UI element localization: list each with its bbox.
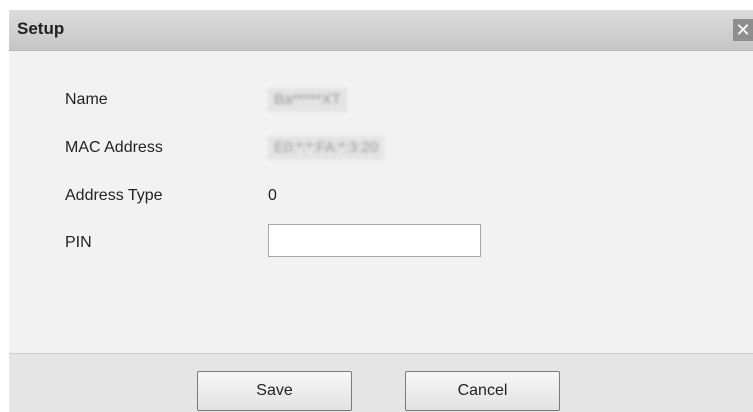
mac-address-value: E0:*:*:FA:*:3:20 xyxy=(268,136,385,160)
mac-address-label: MAC Address xyxy=(65,139,163,156)
name-label: Name xyxy=(65,91,108,108)
name-value: Ba*****XT xyxy=(268,88,347,112)
address-type-value: 0 xyxy=(268,187,277,204)
setup-dialog: Setup ✕ Name Ba*****XT MAC Address E0:*:… xyxy=(9,10,753,412)
dialog-footer: Save Cancel xyxy=(9,353,753,412)
dialog-title: Setup xyxy=(17,19,65,38)
address-type-label: Address Type xyxy=(65,187,163,204)
pin-input[interactable] xyxy=(268,224,481,257)
save-button[interactable]: Save xyxy=(197,371,352,411)
cancel-button[interactable]: Cancel xyxy=(405,371,560,411)
close-icon[interactable]: ✕ xyxy=(733,19,753,41)
dialog-title-bar: Setup ✕ xyxy=(9,10,753,51)
pin-label: PIN xyxy=(65,234,92,251)
